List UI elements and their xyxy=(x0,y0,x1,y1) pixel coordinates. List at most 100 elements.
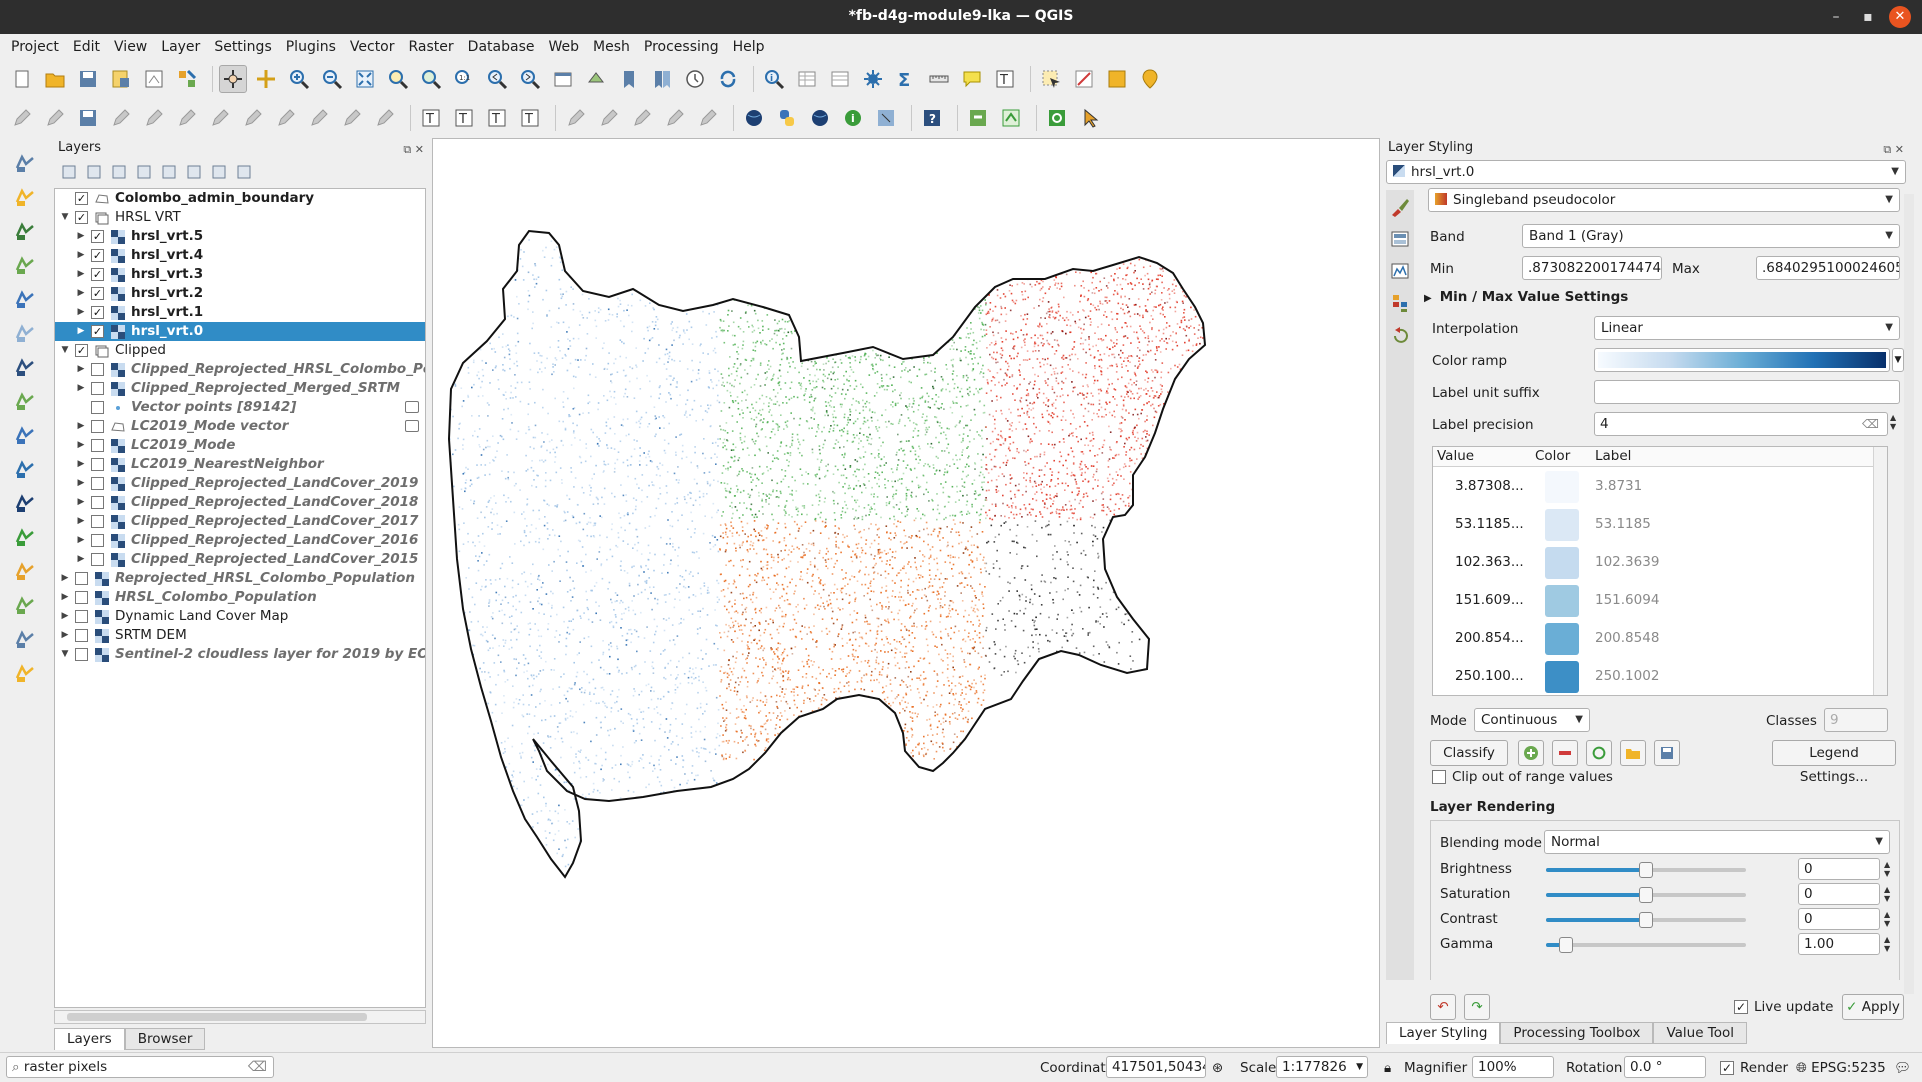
layer-visibility-checkbox[interactable] xyxy=(75,629,88,642)
menu-settings[interactable]: Settings xyxy=(207,39,278,55)
add-group-icon[interactable] xyxy=(83,161,105,183)
layer-tree-item[interactable]: ▶ Clipped_Reprojected_Merged_SRTM xyxy=(55,379,425,398)
zoom-out-icon[interactable] xyxy=(318,65,346,93)
class-color-swatch[interactable] xyxy=(1545,585,1579,617)
tab-layer-styling[interactable]: Layer Styling xyxy=(1386,1022,1501,1044)
pencil-icon[interactable] xyxy=(562,104,590,132)
globe-icon[interactable] xyxy=(740,104,768,132)
layer-visibility-checkbox[interactable] xyxy=(75,610,88,623)
layer-tree-item[interactable]: ▶ ✓ hrsl_vrt.5 xyxy=(55,227,425,246)
layer-indicator-icon[interactable] xyxy=(405,420,419,432)
minimize-button[interactable]: – xyxy=(1825,6,1847,28)
chevron-right-icon[interactable]: ▶ xyxy=(75,493,87,512)
layer-tree-item[interactable]: ▶ ✓ hrsl_vrt.4 xyxy=(55,246,425,265)
zoom-last-icon[interactable] xyxy=(483,65,511,93)
chevron-right-icon[interactable]: ▶ xyxy=(75,512,87,531)
pencil-icon[interactable] xyxy=(661,104,689,132)
invert-icon[interactable] xyxy=(1586,740,1612,766)
chevron-right-icon[interactable]: ▶ xyxy=(59,588,71,607)
layer-select-combo[interactable]: hrsl_vrt.0 ▼ xyxy=(1386,160,1906,184)
layer-visibility-checkbox[interactable]: ✓ xyxy=(91,249,104,262)
save-icon[interactable] xyxy=(74,65,102,93)
chevron-right-icon[interactable]: ▶ xyxy=(75,379,87,398)
clip-out-of-range-checkbox[interactable] xyxy=(1432,770,1446,784)
style-manager-icon[interactable] xyxy=(173,65,201,93)
filter-expression-icon[interactable] xyxy=(158,161,180,183)
pencil-icon[interactable] xyxy=(595,104,623,132)
layer-tree-item[interactable]: Vector points [89142] xyxy=(55,398,425,417)
pan-icon[interactable] xyxy=(219,65,247,93)
print-layout-icon[interactable] xyxy=(140,65,168,93)
select-icon[interactable] xyxy=(1037,65,1065,93)
save-as-icon[interactable] xyxy=(107,65,135,93)
panel-float-close-icon[interactable]: ⧉ ✕ xyxy=(1883,140,1904,160)
clear-icon[interactable]: ⌫ xyxy=(1862,413,1879,435)
legend-settings-button[interactable]: Legend Settings... xyxy=(1772,740,1896,785)
class-row[interactable]: 250.100... 250.1002 xyxy=(1433,657,1887,695)
open-project-icon[interactable] xyxy=(41,65,69,93)
layer-visibility-checkbox[interactable] xyxy=(91,515,104,528)
select-location-icon[interactable] xyxy=(1136,65,1164,93)
new-project-icon[interactable] xyxy=(8,65,36,93)
new-3d-view-icon[interactable] xyxy=(582,65,610,93)
layer-visibility-checkbox[interactable] xyxy=(75,648,88,661)
add-xyz-icon[interactable] xyxy=(10,488,40,518)
menu-plugins[interactable]: Plugins xyxy=(279,39,343,55)
save-icon[interactable] xyxy=(1654,740,1680,766)
spinner-icon[interactable]: ▲ ▼ xyxy=(1884,910,1890,928)
slider-track[interactable] xyxy=(1546,937,1746,953)
slider-track[interactable] xyxy=(1546,862,1746,878)
show-bookmarks-icon[interactable] xyxy=(648,65,676,93)
layer-visibility-checkbox[interactable] xyxy=(91,496,104,509)
column-value[interactable]: Value xyxy=(1437,448,1474,464)
layer-tree-item[interactable]: ▶ Clipped_Reprojected_LandCover_2017 xyxy=(55,512,425,531)
menu-layer[interactable]: Layer xyxy=(154,39,207,55)
remove-class-icon[interactable] xyxy=(1552,740,1578,766)
layer-tree-item[interactable]: ▶ LC2019_Mode xyxy=(55,436,425,455)
redo-icon[interactable]: ↷ xyxy=(1464,994,1490,1020)
min-input[interactable]: .873082200174474​9 xyxy=(1522,256,1662,280)
slider-handle[interactable] xyxy=(1639,862,1653,878)
panel-float-close-icon[interactable]: ⧉ ✕ xyxy=(403,140,424,160)
slider-handle[interactable] xyxy=(1639,912,1653,928)
layer-visibility-checkbox[interactable] xyxy=(91,477,104,490)
pencil-icon[interactable] xyxy=(107,104,135,132)
chevron-right-icon[interactable]: ▶ xyxy=(75,322,87,341)
zoom-full-icon[interactable] xyxy=(351,65,379,93)
class-label[interactable]: 250.1002 xyxy=(1595,668,1659,684)
menu-mesh[interactable]: Mesh xyxy=(586,39,637,55)
annotation-icon[interactable]: T xyxy=(991,65,1019,93)
layer-tree-item[interactable]: ▶ Clipped_Reprojected_HRSL_Colombo_Po xyxy=(55,360,425,379)
layer-visibility-checkbox[interactable] xyxy=(75,591,88,604)
locate-icon[interactable] xyxy=(1043,104,1071,132)
tab-browser[interactable]: Browser xyxy=(124,1028,206,1050)
chevron-right-icon[interactable]: ▶ xyxy=(75,284,87,303)
collapse-all-icon[interactable] xyxy=(208,161,230,183)
menu-edit[interactable]: Edit xyxy=(66,39,107,55)
column-color[interactable]: Color xyxy=(1535,448,1570,464)
color-ramp-button[interactable] xyxy=(1594,348,1890,372)
class-row[interactable]: 200.854... 200.8548 xyxy=(1433,619,1887,657)
precision-spinner-icon[interactable]: ▲ ▼ xyxy=(1890,413,1896,431)
pencil-icon[interactable] xyxy=(8,104,36,132)
menu-view[interactable]: View xyxy=(107,39,154,55)
add-delimited-text-icon[interactable] xyxy=(10,284,40,314)
pencil-icon[interactable] xyxy=(305,104,333,132)
legend-icon[interactable] xyxy=(1389,292,1411,314)
render-checkbox[interactable]: ✓ xyxy=(1720,1061,1734,1075)
layer-visibility-checkbox[interactable] xyxy=(91,363,104,376)
menu-processing[interactable]: Processing xyxy=(637,39,726,55)
classes-count-input[interactable]: 9 xyxy=(1824,708,1888,732)
chevron-right-icon[interactable]: ▶ xyxy=(59,569,71,588)
label-precision-input[interactable]: 4 ⌫ xyxy=(1594,412,1888,436)
zoom-layer-icon[interactable] xyxy=(417,65,445,93)
classify-button[interactable]: Classify xyxy=(1430,740,1508,766)
tab-layers[interactable]: Layers xyxy=(54,1028,125,1050)
help-icon[interactable]: ? xyxy=(918,104,946,132)
maximize-button[interactable]: ▪ xyxy=(1857,6,1879,28)
class-color-swatch[interactable] xyxy=(1545,471,1579,503)
class-table-scrollbar[interactable] xyxy=(1873,447,1887,695)
layer-tree-item[interactable]: ▶ ✓ hrsl_vrt.2 xyxy=(55,284,425,303)
column-label[interactable]: Label xyxy=(1595,448,1631,464)
georef-icon[interactable] xyxy=(997,104,1025,132)
